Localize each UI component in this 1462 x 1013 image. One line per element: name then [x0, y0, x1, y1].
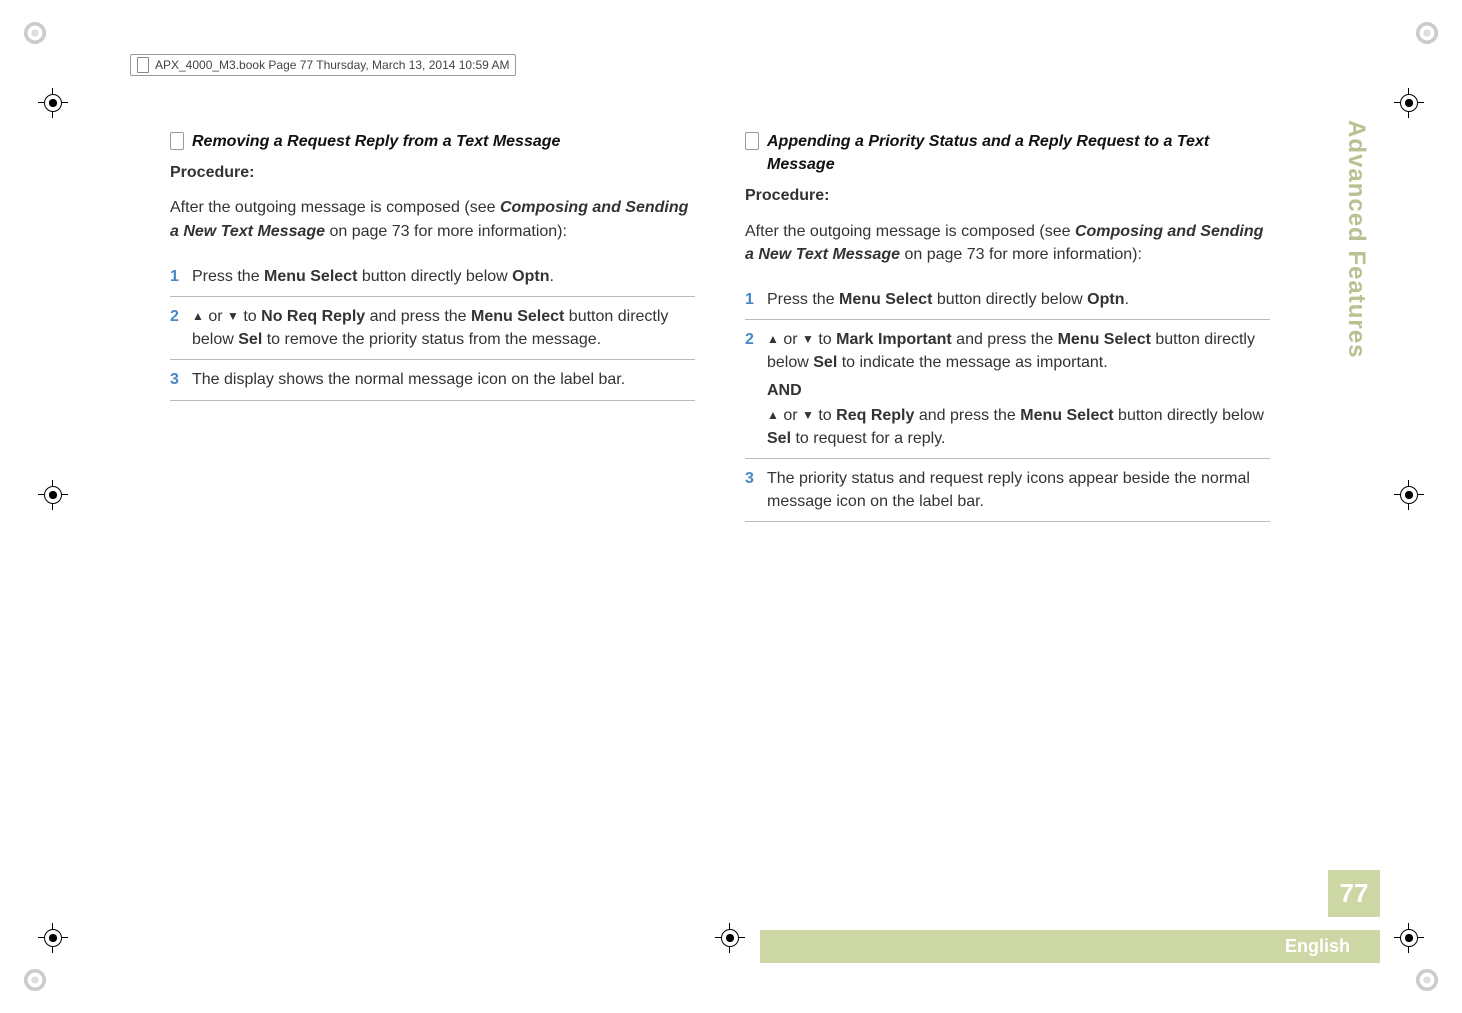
left-column: Removing a Request Reply from a Text Mes… — [170, 130, 695, 522]
registration-mark-icon — [1394, 88, 1424, 118]
down-arrow-icon: ▼ — [802, 407, 814, 424]
print-corner-br — [1414, 967, 1440, 993]
print-corner-bl — [22, 967, 48, 993]
step-item: Press the Menu Select button directly be… — [170, 257, 695, 297]
and-separator: AND — [767, 379, 1270, 402]
steps-left: Press the Menu Select button directly be… — [170, 257, 695, 401]
language-label: English — [1285, 936, 1350, 956]
procedure-label: Procedure: — [745, 184, 1270, 207]
step-item: The priority status and request reply ic… — [745, 459, 1270, 522]
registration-mark-icon — [1394, 480, 1424, 510]
step-item: The display shows the normal message ico… — [170, 360, 695, 400]
step-item: ▲ or ▼ to Mark Important and press the M… — [745, 320, 1270, 459]
registration-mark-icon — [715, 923, 745, 953]
print-corner-tl — [22, 20, 48, 46]
down-arrow-icon: ▼ — [802, 331, 814, 348]
intro-text-right: After the outgoing message is composed (… — [745, 220, 1270, 266]
header-text: APX_4000_M3.book Page 77 Thursday, March… — [155, 58, 509, 72]
registration-mark-icon — [38, 88, 68, 118]
print-corner-tr — [1414, 20, 1440, 46]
section-heading-left: Removing a Request Reply from a Text Mes… — [192, 130, 560, 153]
step-item: Press the Menu Select button directly be… — [745, 280, 1270, 320]
up-arrow-icon: ▲ — [192, 308, 204, 325]
registration-mark-icon — [38, 480, 68, 510]
registration-mark-icon — [1394, 923, 1424, 953]
sidebar-title: Advanced Features — [1342, 120, 1370, 358]
procedure-label: Procedure: — [170, 161, 695, 184]
page-number-box: 77 — [1328, 870, 1380, 917]
step-item: ▲ or ▼ to No Req Reply and press the Men… — [170, 297, 695, 360]
sidebar-tab: Advanced Features — [1338, 120, 1374, 358]
page-icon — [745, 132, 759, 150]
registration-mark-icon — [38, 923, 68, 953]
up-arrow-icon: ▲ — [767, 331, 779, 348]
page-icon — [170, 132, 184, 150]
language-bar: English — [760, 930, 1380, 963]
intro-text-left: After the outgoing message is composed (… — [170, 196, 695, 242]
up-arrow-icon: ▲ — [767, 407, 779, 424]
section-heading-right: Appending a Priority Status and a Reply … — [767, 130, 1270, 176]
steps-right: Press the Menu Select button directly be… — [745, 280, 1270, 523]
right-column: Appending a Priority Status and a Reply … — [745, 130, 1270, 522]
page-number: 77 — [1328, 878, 1380, 909]
page-header-meta: APX_4000_M3.book Page 77 Thursday, March… — [130, 54, 516, 76]
down-arrow-icon: ▼ — [227, 308, 239, 325]
